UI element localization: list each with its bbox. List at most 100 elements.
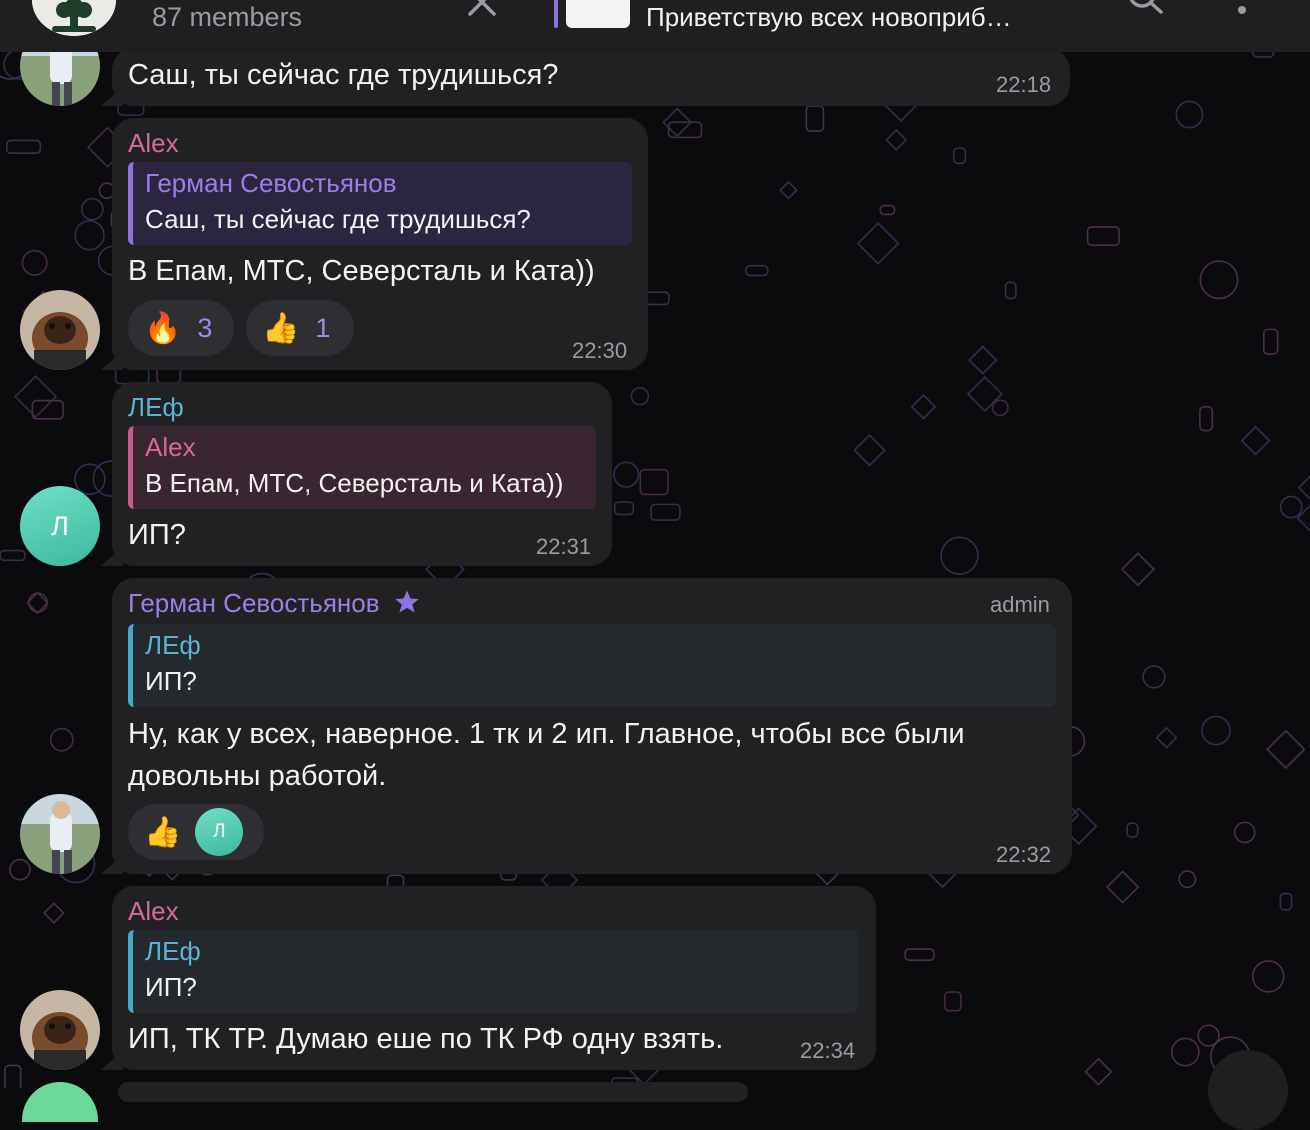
avatar-partial[interactable] (22, 1082, 98, 1122)
wallpaper-doodle (805, 105, 825, 132)
reply-text: ИП? (145, 972, 197, 1002)
wallpaper-doodle (1105, 870, 1140, 904)
wallpaper-doodle (1199, 405, 1214, 432)
pinned-thumbnail[interactable] (566, 0, 630, 28)
thumbs-up-emoji: 👍 (262, 311, 300, 345)
sender-name[interactable]: Герман Севостьянов (128, 588, 421, 619)
close-icon[interactable] (462, 0, 502, 28)
chat-logo-icon (32, 0, 116, 36)
wallpaper-doodle (1126, 822, 1139, 838)
wallpaper-doodle (745, 264, 769, 277)
message-bubble[interactable]: Alex Герман Севостьянов Саш, ты сейчас г… (112, 118, 648, 370)
wallpaper-doodle (80, 197, 104, 221)
wallpaper-doodle (639, 468, 669, 496)
wallpaper-doodle (1279, 495, 1303, 519)
pinned-indicator (554, 0, 558, 28)
wallpaper-doodle (1252, 960, 1285, 993)
star-icon (395, 590, 419, 613)
wallpaper-doodle (885, 128, 908, 151)
fire-emoji: 🔥 (144, 311, 182, 345)
reply-quote[interactable]: Герман Севостьянов Саш, ты сейчас где тр… (128, 162, 632, 245)
sender-name[interactable]: Alex (128, 128, 179, 159)
message-bubble-partial[interactable] (118, 1082, 748, 1102)
wallpaper-doodle (879, 204, 896, 216)
avatar-alex[interactable] (20, 990, 100, 1070)
message-bubble[interactable]: Alex ЛЕф ИП? ИП, ТК ТР. Думаю еше по ТК … (112, 886, 876, 1070)
wallpaper-doodle (779, 180, 798, 200)
reaction-thumbs-up[interactable]: 👍 1 (246, 300, 354, 356)
message-bubble[interactable]: ЛЕф Alex В Епам, МТС, Северсталь и Ката)… (112, 382, 612, 566)
chat-header: 87 members Приветствую всех новоприб… (0, 0, 1310, 52)
sender-name[interactable]: Alex (128, 896, 179, 927)
avatar-lef[interactable]: Л (20, 486, 100, 566)
message-bubble[interactable]: Герман Севостьянов admin ЛЕф ИП? Ну, как… (112, 578, 1072, 874)
wallpaper-doodle (1086, 226, 1120, 246)
wallpaper-doodle (27, 592, 48, 613)
reply-sender: ЛЕф (145, 630, 201, 660)
sender-name-text: Герман Севостьянов (128, 588, 380, 618)
wallpaper-doodle (1263, 328, 1279, 355)
reaction-thumbs-up[interactable]: 👍 Л (128, 804, 264, 860)
wallpaper-doodle (1178, 870, 1197, 889)
message-bubble[interactable]: Саш, ты сейчас где трудишься? 22:18 (112, 48, 1070, 106)
wallpaper-doodle (853, 434, 886, 467)
chat-avatar[interactable] (32, 0, 116, 36)
wallpaper-doodle (1142, 665, 1166, 689)
message-text: ИП, ТК ТР. Думаю еше по ТК РФ одну взять… (128, 1023, 724, 1055)
wallpaper-doodle (1155, 726, 1178, 749)
thumbs-up-emoji: 👍 (144, 815, 182, 849)
wallpaper-doodle (630, 386, 650, 406)
wallpaper-doodle (1004, 281, 1017, 300)
reply-quote[interactable]: ЛЕф ИП? (128, 930, 858, 1013)
wallpaper-doodle (1266, 729, 1306, 770)
more-vertical-icon[interactable] (1230, 0, 1254, 22)
reaction-fire[interactable]: 🔥 3 (128, 300, 234, 356)
reply-quote[interactable]: Alex В Епам, МТС, Северсталь и Ката)) (128, 426, 596, 509)
avatar-german[interactable] (20, 794, 100, 874)
scroll-down-button[interactable] (1208, 1050, 1288, 1130)
reply-sender: Герман Севостьянов (145, 168, 397, 198)
wallpaper-doodle (1170, 1037, 1200, 1067)
admin-badge: admin (990, 592, 1050, 617)
wallpaper-doodle (5, 139, 42, 155)
wallpaper-doodle (667, 121, 703, 139)
reply-quote[interactable]: ЛЕф ИП? (128, 624, 1056, 707)
message-text: ИП? (128, 519, 186, 551)
wallpaper-doodle (940, 536, 979, 575)
wallpaper-doodle (1199, 260, 1239, 300)
wallpaper-doodle (14, 375, 58, 419)
sender-name[interactable]: ЛЕф (128, 392, 184, 423)
message-time: 22:32 (996, 842, 1052, 867)
wallpaper-doodle (1120, 552, 1156, 587)
message-text: Саш, ты сейчас где трудишься? (128, 59, 559, 91)
wallpaper-doodle (952, 147, 967, 165)
wallpaper-doodle (1084, 1057, 1113, 1086)
avatar-alex[interactable] (20, 290, 100, 370)
wallpaper-doodle (968, 345, 998, 375)
message-time: 22:18 (996, 72, 1052, 97)
wallpaper-doodle (966, 375, 1003, 413)
wallpaper-doodle (910, 394, 937, 420)
wallpaper-doodle (645, 291, 670, 306)
wallpaper-doodle (613, 461, 640, 488)
pinned-message-text[interactable]: Приветствую всех новоприб… (646, 2, 1012, 33)
message-text: В Епам, МТС, Северсталь и Ката)) (128, 255, 595, 287)
members-count: 87 members (152, 2, 303, 32)
wallpaper-doodle (1233, 821, 1256, 844)
wallpaper-doodle (1279, 892, 1293, 911)
reply-text: ИП? (145, 666, 197, 696)
wallpaper-doodle (991, 399, 1009, 417)
search-icon[interactable] (1124, 0, 1168, 20)
wallpaper-doodle (944, 991, 962, 1012)
wallpaper-doodle (74, 463, 106, 495)
wallpaper-doodle (856, 222, 900, 265)
wallpaper-doodle (1197, 1024, 1220, 1047)
message-time: 22:34 (800, 1038, 856, 1063)
wallpaper-doodle (650, 503, 681, 521)
wallpaper-doodle (1175, 100, 1204, 129)
wallpaper-doodle (9, 858, 31, 881)
reaction-count: 1 (315, 312, 331, 343)
message-text: Ну, как у всех, наверное. 1 тк и 2 ип. Г… (128, 718, 965, 750)
wallpaper-doodle (4, 1064, 22, 1088)
wallpaper-doodle (613, 501, 635, 516)
